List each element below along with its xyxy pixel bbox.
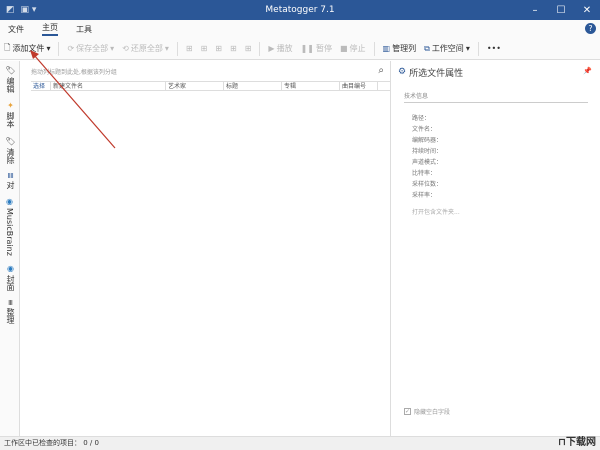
more-button[interactable]: ••• (487, 44, 501, 53)
select-icon[interactable]: ⊞ (215, 44, 222, 53)
save-icon: ⟳ (67, 44, 75, 53)
properties-panel: ⚙ 所选文件属性 📌 技术信息 路径： 文件名： 编解码器： 持续时间： 声道模式：… (392, 61, 600, 436)
stop-button[interactable]: ■ 停止 (340, 43, 366, 54)
tag-icon: 🏷 (6, 65, 15, 76)
field-codec: 编解码器： (412, 137, 443, 144)
restore-all-button[interactable]: ⟲ 还原全部 ▾ (122, 43, 169, 54)
musicbrainz-icon: ◉ (5, 197, 14, 207)
tab-tools[interactable]: 工具 (76, 24, 92, 35)
play-button[interactable]: ▶ 播放 (268, 43, 292, 54)
restore-icon: ⟲ (122, 44, 129, 53)
field-filename: 文件名： (412, 126, 437, 133)
section-technical: 技术信息 (404, 91, 588, 103)
sidebar-item-musicbrainz[interactable]: ◉ MusicBrainz (5, 193, 14, 260)
pause-button[interactable]: ❚❚ 暂停 (301, 43, 332, 54)
sidebar-item-covers[interactable]: ◉ 封面 (5, 260, 16, 295)
title-bar: ◩ ▣ ▾ Metatogger 7.1 – ☐ ✕ (0, 0, 600, 20)
field-sample-rate: 采样率： (412, 192, 437, 199)
sidebar-item-scripts[interactable]: ✦ 脚本 (5, 97, 16, 132)
properties-icon: ⚙ (398, 67, 407, 77)
sidebar-item-edit[interactable]: 🏷 编辑 (5, 61, 16, 97)
clean-icon: 🏷 (6, 136, 15, 147)
add-file-icon: 🗋 (4, 42, 11, 52)
match-icon: ≣ (6, 172, 15, 180)
field-path: 路径： (412, 115, 431, 122)
column-album[interactable]: 专辑 (282, 82, 340, 90)
field-bitrate: 比特率： (412, 170, 437, 177)
pause-icon: ❚❚ (300, 44, 314, 53)
file-list: 拖动列标题到此处,根据该列分组 ⌕ 选择 新建文件名 艺术家 标题 专辑 曲目编号 (21, 61, 391, 436)
select-icon[interactable]: ⊞ (230, 44, 237, 53)
app-icon: ◩ (6, 5, 15, 15)
columns-icon: ▥ (382, 44, 391, 53)
status-count: 0 / 0 (83, 439, 99, 447)
panel-title: 所选文件属性 (409, 68, 464, 79)
tab-home[interactable]: 主页 (42, 22, 58, 36)
field-duration: 持续时间： (412, 148, 443, 155)
play-icon: ▶ (268, 44, 275, 53)
tab-file[interactable]: 文件 (8, 24, 24, 35)
minimize-button[interactable]: – (522, 5, 548, 16)
column-select[interactable]: 选择 (31, 82, 51, 90)
help-icon[interactable]: ? (585, 23, 596, 34)
watermark-logo: ⊓下载网 (558, 437, 596, 448)
pin-icon[interactable]: 📌 (583, 67, 592, 75)
column-new-filename[interactable]: 新建文件名 (51, 82, 166, 90)
field-bit-depth: 采样位数： (412, 181, 443, 188)
toolbar: 🗋 添加文件 ▾ ⟳ 保存全部 ▾ ⟲ 还原全部 ▾ ⊞ ⊞ ⊞ ⊞ ⊞ ▶ 播放 ❚❚ 暂停 … (0, 38, 600, 60)
sidebar: 🏷 编辑 ✦ 脚本 🏷 清除 ≣ 对 ◉ MusicBrainz ◉ 封面 ≡ 整理 (0, 61, 20, 436)
script-icon: ✦ (6, 101, 15, 111)
open-folder-link[interactable]: 打开包含文件夹... (412, 207, 600, 216)
select-icon[interactable]: ⊞ (186, 44, 193, 53)
column-title[interactable]: 标题 (224, 82, 282, 90)
status-bar: 工作区中已检查的项目： 0 / 0 (0, 436, 600, 450)
workspace-icon: ⧉ (424, 43, 430, 53)
quick-access-icon[interactable]: ▣ ▾ (21, 5, 37, 15)
ribbon-tabs: 文件 主页 工具 ? (0, 20, 600, 38)
manage-columns-button[interactable]: ▥ 管理列 (383, 43, 417, 54)
select-icon[interactable]: ⊞ (201, 44, 208, 53)
sidebar-item-clean[interactable]: 🏷 清除 (5, 132, 16, 168)
workspace-button[interactable]: ⧉ 工作空间 ▾ (424, 43, 470, 54)
field-channel-mode: 声道模式： (412, 159, 443, 166)
add-files-button[interactable]: 🗋 添加文件 ▾ (4, 42, 50, 56)
column-artist[interactable]: 艺术家 (166, 82, 224, 90)
maximize-button[interactable]: ☐ (548, 5, 574, 16)
search-icon[interactable]: ⌕ (378, 65, 384, 76)
column-track-number[interactable]: 曲目编号 (340, 82, 378, 90)
group-by-area[interactable]: 拖动列标题到此处,根据该列分组 ⌕ (21, 61, 390, 81)
stop-icon: ■ (339, 44, 348, 53)
select-icon[interactable]: ⊞ (245, 44, 252, 53)
sidebar-item-organize[interactable]: ≡ 整理 (5, 295, 16, 328)
organize-icon: ≡ (6, 298, 15, 306)
save-all-button[interactable]: ⟳ 保存全部 ▾ (67, 43, 114, 54)
close-button[interactable]: ✕ (574, 5, 600, 16)
sidebar-item-match[interactable]: ≣ 对 (5, 168, 16, 193)
cover-icon: ◉ (6, 263, 15, 273)
checkbox-icon: ✓ (404, 408, 411, 415)
hide-empty-checkbox[interactable]: ✓ 隐藏空白字段 (404, 407, 450, 416)
table-header: 选择 新建文件名 艺术家 标题 专辑 曲目编号 (31, 81, 390, 91)
window-title: Metatogger 7.1 (265, 5, 335, 15)
